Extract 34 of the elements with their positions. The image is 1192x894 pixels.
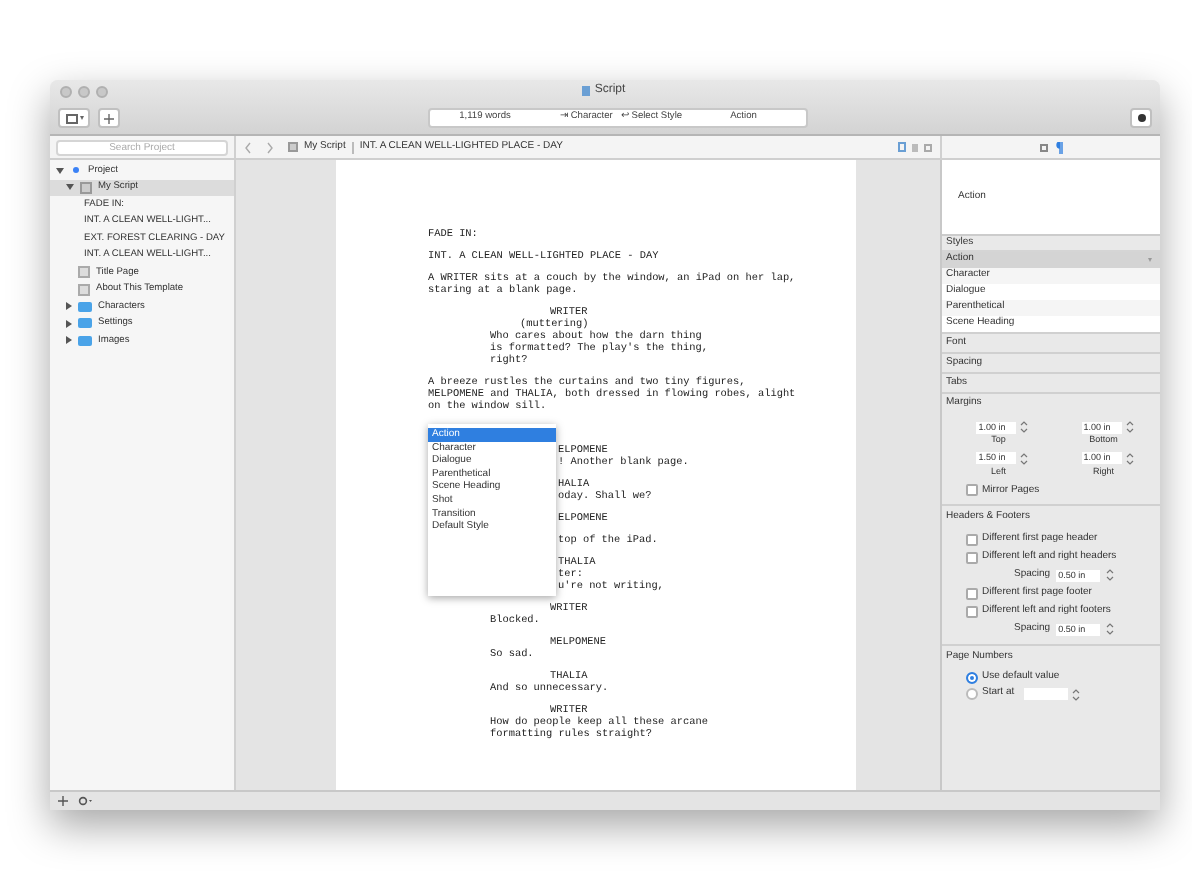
stepper-icon[interactable] [1072, 687, 1081, 701]
stepper-icon[interactable] [1125, 451, 1134, 466]
document-icon [80, 181, 92, 194]
collapsed-triangle-icon[interactable] [66, 302, 72, 311]
caret-icon[interactable] [1148, 258, 1152, 262]
checkbox[interactable] [966, 587, 978, 599]
stepper-icon[interactable] [1020, 420, 1029, 434]
expanded-triangle-icon[interactable] [66, 184, 74, 191]
add-button[interactable] [98, 108, 120, 128]
paragraph-icon[interactable] [1055, 141, 1063, 153]
stepper-icon[interactable] [1125, 420, 1134, 434]
sidebar-toggle-button[interactable] [58, 108, 90, 128]
checkbox[interactable] [966, 605, 978, 617]
document-icon [288, 142, 298, 152]
plus-icon[interactable] [58, 796, 68, 806]
inspector-button[interactable] [1130, 108, 1152, 128]
project-icon [70, 164, 82, 177]
start-at-field[interactable] [1024, 688, 1069, 700]
radio-button[interactable] [966, 688, 978, 700]
caret-icon [79, 116, 83, 120]
checkbox[interactable] [966, 484, 978, 497]
stepper-icon[interactable] [1020, 451, 1029, 466]
document-icon[interactable] [898, 142, 906, 152]
collapsed-triangle-icon[interactable] [66, 319, 72, 328]
expanded-triangle-icon[interactable] [56, 167, 64, 174]
checkbox[interactable] [966, 551, 978, 563]
document-icon [582, 86, 591, 96]
stepper-icon[interactable] [1106, 622, 1115, 636]
checkbox[interactable] [966, 533, 978, 545]
radio-button[interactable] [966, 672, 978, 684]
plus-icon [104, 113, 114, 123]
sidebar-icon [65, 113, 77, 123]
collapsed-triangle-icon[interactable] [66, 336, 72, 345]
stepper-icon[interactable] [1106, 568, 1115, 582]
